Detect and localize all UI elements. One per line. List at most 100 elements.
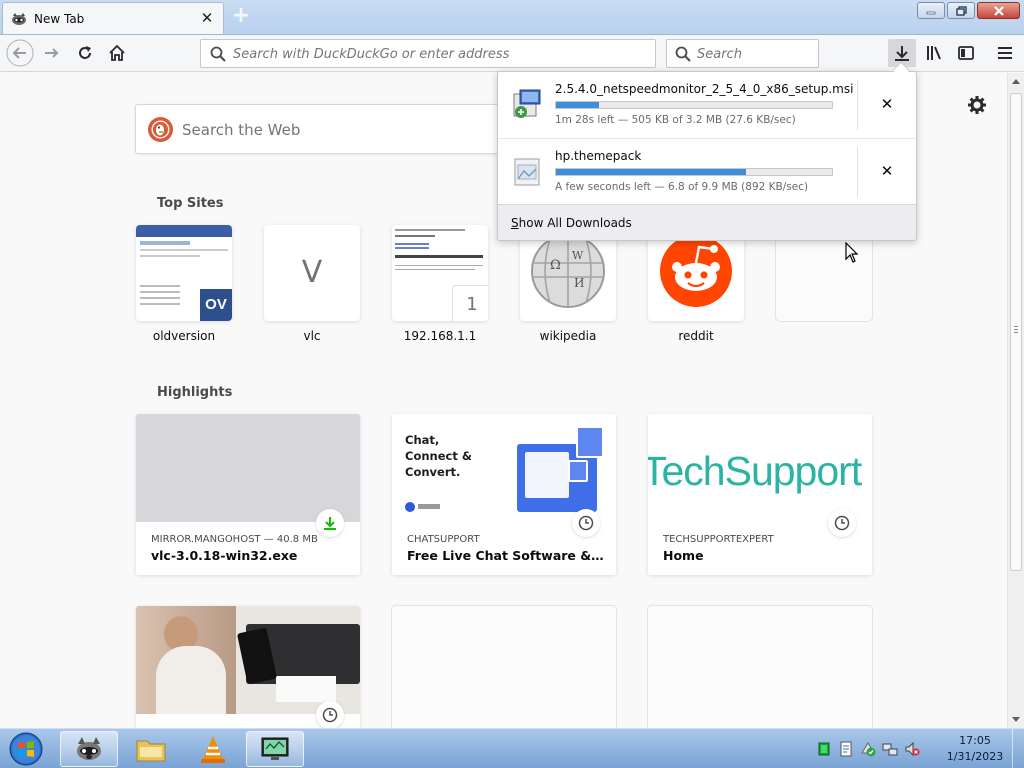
taskbar-file-explorer[interactable] xyxy=(122,731,180,767)
close-icon xyxy=(993,5,1004,16)
card-preview: TechSupport xyxy=(648,414,872,522)
action-center-icon[interactable] xyxy=(860,741,876,757)
volume-muted-icon[interactable] xyxy=(904,741,920,757)
search-icon xyxy=(675,46,691,62)
close-window-button[interactable] xyxy=(977,2,1020,19)
home-button[interactable] xyxy=(103,39,131,67)
clock-icon xyxy=(834,515,850,531)
history-badge xyxy=(828,509,856,537)
monitor-icon xyxy=(261,737,289,760)
vertical-scrollbar[interactable] xyxy=(1007,73,1024,728)
search-box[interactable] xyxy=(666,39,819,68)
highlight-card-vlc-download[interactable]: MIRROR.MANGOHOST — 40.8 MB vlc-3.0.18-wi… xyxy=(136,414,360,575)
site-letter: V xyxy=(301,255,323,290)
web-search-input[interactable] xyxy=(182,117,502,143)
svg-text:Ω: Ω xyxy=(550,258,561,273)
history-badge xyxy=(572,509,600,537)
tab-close-icon[interactable]: ✕ xyxy=(199,10,215,26)
top-sites-heading: Top Sites xyxy=(157,196,224,211)
show-all-downloads-button[interactable]: Show All Downloads xyxy=(498,204,916,240)
sidebar-icon xyxy=(958,46,974,60)
card-preview-text: TechSupport xyxy=(648,448,862,494)
window-controls xyxy=(917,2,1020,19)
download-status: A few seconds left — 6.8 of 9.9 MB (892 … xyxy=(555,181,809,193)
download-progress-bar xyxy=(555,168,833,176)
scroll-up-arrow[interactable] xyxy=(1012,79,1020,84)
download-item[interactable]: 2.5.4.0_netspeedmonitor_2_5_4_0_x86_setu… xyxy=(498,72,916,138)
hamburger-menu-icon xyxy=(998,47,1012,59)
gear-icon[interactable] xyxy=(967,95,987,115)
tab-new-tab[interactable]: New Tab ✕ xyxy=(2,2,224,34)
download-filename: hp.themepack xyxy=(555,149,642,163)
netspeed-meter-icon[interactable] xyxy=(816,741,832,757)
site-label: oldversion xyxy=(152,329,216,343)
taskbar-network-monitor[interactable] xyxy=(246,731,304,767)
system-tray xyxy=(816,729,920,768)
top-site-reddit[interactable]: reddit xyxy=(648,225,744,343)
card-preview xyxy=(136,414,360,522)
card-preview-text: Chat, Connect & Convert. xyxy=(405,433,472,479)
address-input[interactable] xyxy=(233,42,633,66)
search-icon xyxy=(210,46,226,62)
download-filename: 2.5.4.0_netspeedmonitor_2_5_4_0_x86_setu… xyxy=(555,82,854,96)
back-button[interactable] xyxy=(6,39,34,67)
highlight-card-printer[interactable] xyxy=(136,606,360,728)
new-tab-button[interactable]: + xyxy=(230,5,252,28)
history-badge xyxy=(316,701,344,728)
site-label: 192.168.1.1 xyxy=(403,329,477,343)
tab-title: New Tab xyxy=(34,12,85,26)
restore-button[interactable] xyxy=(947,2,975,19)
vlc-cone-icon xyxy=(201,736,225,763)
downloads-panel: 2.5.4.0_netspeedmonitor_2_5_4_0_x86_setu… xyxy=(497,71,917,241)
show-all-downloads-label: Show All Downloads xyxy=(511,216,632,230)
taskbar-clock[interactable]: 17:05 1/31/2023 xyxy=(940,733,1010,765)
card-source: TECHSUPPORTEXPERT xyxy=(663,534,774,545)
scroll-down-arrow[interactable] xyxy=(1012,717,1020,722)
document-icon[interactable] xyxy=(838,741,854,757)
minimize-button[interactable] xyxy=(917,2,945,19)
home-icon xyxy=(109,44,125,61)
reload-button[interactable] xyxy=(71,39,99,67)
network-icon[interactable] xyxy=(882,741,898,757)
duckduckgo-logo xyxy=(148,117,173,142)
taskbar-vlc[interactable] xyxy=(184,731,242,767)
clock-icon xyxy=(578,515,594,531)
top-site-192-168-1-1[interactable]: 1 192.168.1.1 xyxy=(392,225,488,343)
cancel-download-button[interactable]: ✕ xyxy=(878,95,896,113)
library-icon xyxy=(927,46,941,60)
back-arrow-icon xyxy=(6,39,34,67)
download-arrow-icon xyxy=(895,46,909,61)
highlight-card-techsupport[interactable]: TechSupport TECHSUPPORTEXPERT Home xyxy=(648,414,872,575)
clock-icon xyxy=(322,707,338,723)
card-source: MIRROR.MANGOHOST — 40.8 MB xyxy=(151,534,318,545)
folder-icon xyxy=(136,740,166,762)
menu-button[interactable] xyxy=(991,39,1019,67)
card-title: Home xyxy=(663,548,704,563)
sidebar-button[interactable] xyxy=(952,39,980,67)
top-site-oldversion[interactable]: OV oldversion xyxy=(136,225,232,343)
top-site-wikipedia[interactable]: Ω W И wikipedia xyxy=(520,225,616,343)
card-preview: Chat, Connect & Convert. xyxy=(392,414,616,522)
svg-text:W: W xyxy=(572,249,584,262)
search-input[interactable] xyxy=(697,42,815,66)
cancel-download-button[interactable]: ✕ xyxy=(878,162,896,180)
site-badge: 1 xyxy=(452,285,488,321)
site-label: reddit xyxy=(678,329,714,343)
download-progress-bar xyxy=(555,101,833,109)
highlights-heading: Highlights xyxy=(157,385,233,400)
windows-start-button[interactable] xyxy=(4,731,48,767)
download-item[interactable]: hp.themepack A few seconds left — 6.8 of… xyxy=(498,138,916,204)
forward-button[interactable] xyxy=(38,39,66,67)
taskbar-firefox-raccoon[interactable] xyxy=(60,731,118,767)
scroll-thumb[interactable] xyxy=(1010,93,1022,571)
divider xyxy=(857,147,858,197)
taskbar: 17:05 1/31/2023 xyxy=(0,728,1024,768)
show-desktop-button[interactable] xyxy=(1012,729,1024,768)
address-bar[interactable] xyxy=(200,39,656,68)
highlight-card-chatsupport[interactable]: Chat, Connect & Convert. CHATSUPPORT Fre… xyxy=(392,414,616,575)
top-site-vlc[interactable]: V vlc xyxy=(264,225,360,343)
navigation-toolbar xyxy=(0,35,1024,72)
download-badge xyxy=(316,509,344,537)
site-label: vlc xyxy=(303,329,321,343)
library-button[interactable] xyxy=(920,39,948,67)
